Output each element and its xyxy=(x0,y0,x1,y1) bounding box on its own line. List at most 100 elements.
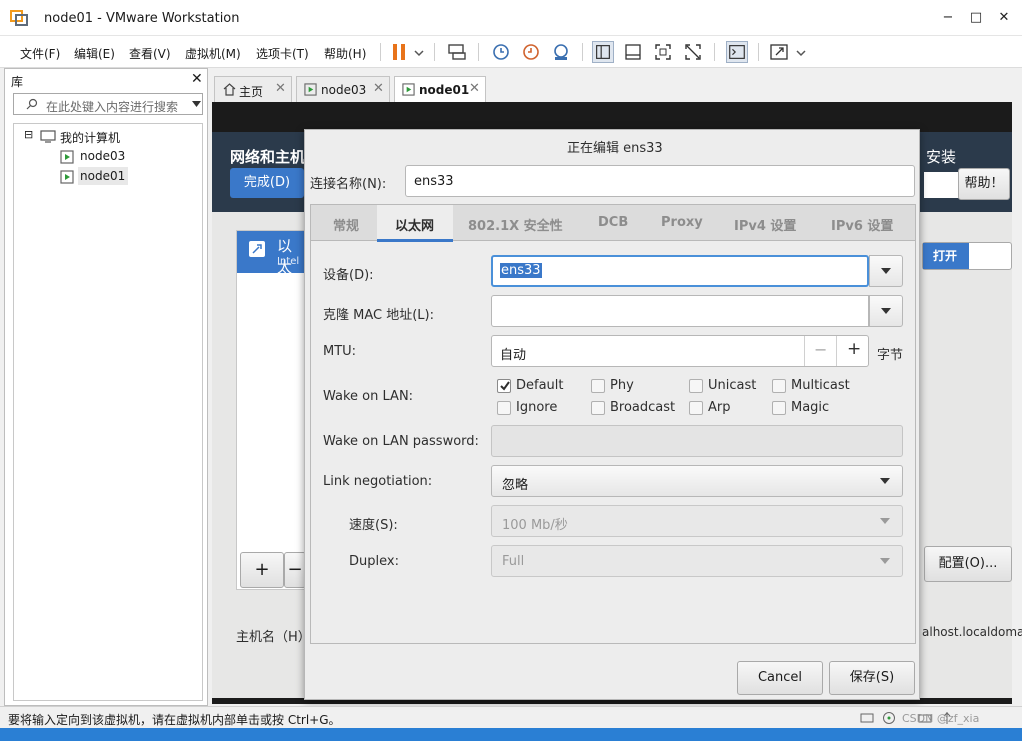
mtu-input[interactable]: 自动 − + xyxy=(491,335,869,367)
send-ctrl-alt-del-icon[interactable] xyxy=(446,41,468,63)
search-icon xyxy=(26,98,38,110)
speed-select[interactable]: 100 Mb/秒 xyxy=(491,505,903,537)
wol-unicast-checkbox[interactable] xyxy=(689,379,703,393)
wol-default-label: Default xyxy=(516,378,564,393)
ethernet-icon xyxy=(249,241,265,257)
tab-close-button[interactable]: ✕ xyxy=(469,81,480,96)
done-button[interactable]: 完成(D) xyxy=(230,168,304,198)
cd-drive-icon[interactable] xyxy=(882,711,896,725)
taskbar-strip xyxy=(0,728,1022,741)
chevron-down-icon[interactable] xyxy=(414,49,424,57)
device-input[interactable]: ens33 xyxy=(491,255,869,287)
chevron-down-icon xyxy=(880,558,890,564)
hard-disk-icon[interactable] xyxy=(860,711,874,725)
tab-node01[interactable]: node01 ✕ xyxy=(394,76,486,102)
snapshot-manager-icon[interactable] xyxy=(550,41,572,63)
device-value: ens33 xyxy=(500,263,542,278)
add-device-button[interactable]: + xyxy=(240,552,284,588)
chevron-down-icon xyxy=(881,268,891,274)
tab-home[interactable]: 主页 ✕ xyxy=(214,76,292,102)
close-button[interactable]: ✕ xyxy=(994,8,1014,28)
wol-unicast-label: Unicast xyxy=(708,378,757,393)
wol-label: Wake on LAN: xyxy=(323,389,414,404)
tab-general[interactable]: 常规 xyxy=(333,215,359,234)
vmware-logo-icon xyxy=(10,10,28,26)
full-screen-icon[interactable] xyxy=(652,41,674,63)
status-text: 要将输入定向到该虚拟机，请在虚拟机内部单击或按 Ctrl+G。 xyxy=(8,713,341,727)
clone-mac-dropdown-button[interactable] xyxy=(869,295,903,327)
tab-dcb[interactable]: DCB xyxy=(598,215,628,230)
save-button[interactable]: 保存(S) xyxy=(829,661,915,695)
mtu-increment-button[interactable]: + xyxy=(847,339,861,359)
settings-notebook: 常规 以太网 802.1X 安全性 DCB Proxy IPv4 设置 IPv6… xyxy=(310,204,916,644)
wol-password-input[interactable] xyxy=(491,425,903,457)
minimize-button[interactable]: − xyxy=(938,8,958,28)
pause-icon[interactable] xyxy=(388,41,410,63)
mtu-decrement-button[interactable]: − xyxy=(814,340,827,359)
menu-vm[interactable]: 虚拟机(M) xyxy=(185,45,241,62)
device-dropdown-button[interactable] xyxy=(869,255,903,287)
tree-item-my-computer[interactable]: 我的计算机 xyxy=(60,129,120,146)
duplex-select[interactable]: Full xyxy=(491,545,903,577)
tab-ethernet[interactable]: 以太网 xyxy=(395,215,434,234)
thumbnail-bar-icon[interactable] xyxy=(622,41,644,63)
menu-view[interactable]: 查看(V) xyxy=(129,45,171,62)
home-icon xyxy=(223,83,236,96)
toggle-on-label: 打开 xyxy=(923,243,969,269)
help-button[interactable]: 帮助！ xyxy=(958,168,1010,200)
menu-tabs[interactable]: 选项卡(T) xyxy=(256,45,309,62)
wol-arp-checkbox[interactable] xyxy=(689,401,703,415)
network-device-item[interactable]: 以太 Intel xyxy=(237,231,305,276)
maximize-button[interactable]: □ xyxy=(966,8,986,28)
search-placeholder: 在此处键入内容进行搜索 xyxy=(46,100,179,114)
mtu-label: MTU: xyxy=(323,344,357,359)
cancel-button[interactable]: Cancel xyxy=(737,661,823,695)
clone-mac-input[interactable] xyxy=(491,295,869,327)
stretch-guest-icon[interactable] xyxy=(768,41,790,63)
menu-file[interactable]: 文件(F) xyxy=(20,45,60,62)
console-icon[interactable] xyxy=(726,41,748,63)
tab-ipv4-settings[interactable]: IPv4 设置 xyxy=(734,215,796,234)
tab-label: node01 xyxy=(419,83,470,97)
snapshot-icon[interactable] xyxy=(490,41,512,63)
device-subtitle: Intel xyxy=(277,256,300,267)
tab-close-button[interactable]: ✕ xyxy=(275,81,286,96)
wol-arp-label: Arp xyxy=(708,400,731,415)
remove-device-button[interactable]: − xyxy=(284,552,306,588)
wol-multicast-checkbox[interactable] xyxy=(772,379,786,393)
library-panel: 库 ✕ 在此处键入内容进行搜索 ⊟ 我的计算机 node03 node01 xyxy=(4,68,208,706)
dropdown-arrow-icon[interactable] xyxy=(192,101,201,108)
tree-collapse-toggle[interactable]: ⊟ xyxy=(24,128,33,141)
tab-node03[interactable]: node03 ✕ xyxy=(296,76,390,102)
wol-phy-checkbox[interactable] xyxy=(591,379,605,393)
library-search-input[interactable]: 在此处键入内容进行搜索 xyxy=(13,93,203,115)
menu-edit[interactable]: 编辑(E) xyxy=(74,45,115,62)
link-negotiation-label: Link negotiation: xyxy=(323,474,433,489)
tree-item-node01[interactable]: node01 xyxy=(80,169,125,183)
revert-snapshot-icon[interactable] xyxy=(520,41,542,63)
tab-8021x-security[interactable]: 802.1X 安全性 xyxy=(468,215,563,234)
wol-ignore-checkbox[interactable] xyxy=(497,401,511,415)
wol-magic-checkbox[interactable] xyxy=(772,401,786,415)
tab-ipv6-settings[interactable]: IPv6 设置 xyxy=(831,215,893,234)
tab-close-button[interactable]: ✕ xyxy=(373,81,384,96)
menu-help[interactable]: 帮助(H) xyxy=(324,45,366,62)
configure-button[interactable]: 配置(O)... xyxy=(924,546,1012,582)
wol-default-checkbox[interactable] xyxy=(497,379,511,393)
library-view-icon[interactable] xyxy=(592,41,614,63)
tab-proxy[interactable]: Proxy xyxy=(661,215,703,230)
tree-item-node03[interactable]: node03 xyxy=(80,149,125,163)
chevron-down-icon[interactable] xyxy=(796,49,806,57)
status-bar: 要将输入定向到该虚拟机，请在虚拟机内部单击或按 Ctrl+G。 CSDN @zf… xyxy=(0,706,1022,728)
wol-magic-label: Magic xyxy=(791,400,830,415)
wol-broadcast-checkbox[interactable] xyxy=(591,401,605,415)
link-negotiation-select[interactable]: 忽略 xyxy=(491,465,903,497)
library-close-button[interactable]: ✕ xyxy=(191,71,203,87)
vm-icon xyxy=(60,150,74,164)
connection-name-input[interactable]: ens33 xyxy=(405,165,915,197)
hostname-label: 主机名（H） xyxy=(236,630,311,645)
unity-icon[interactable] xyxy=(682,41,704,63)
library-title: 库 xyxy=(11,75,24,89)
connection-toggle[interactable]: 打开 xyxy=(922,242,1012,270)
computer-icon xyxy=(40,130,56,143)
